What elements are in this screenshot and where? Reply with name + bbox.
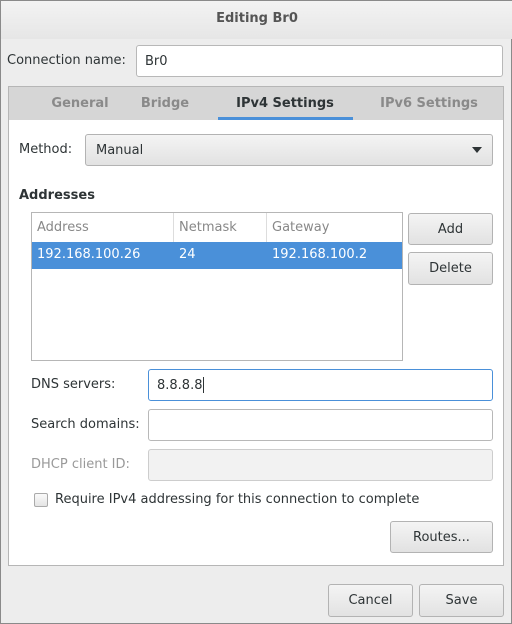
tab-bridge[interactable]: Bridge xyxy=(141,96,189,111)
column-header-address[interactable]: Address xyxy=(37,220,89,235)
cell-gateway: 192.168.100.2 xyxy=(272,247,368,262)
delete-button[interactable]: Delete xyxy=(408,252,493,285)
dns-servers-value: 8.8.8.8 xyxy=(157,377,203,393)
connection-name-label: Connection name: xyxy=(7,53,126,68)
cell-address: 192.168.100.26 xyxy=(37,247,141,262)
column-divider xyxy=(173,213,174,242)
method-value: Manual xyxy=(96,142,144,158)
require-ipv4-checkbox[interactable] xyxy=(34,493,48,507)
method-dropdown[interactable]: Manual xyxy=(85,134,493,166)
save-button[interactable]: Save xyxy=(419,584,504,617)
addresses-table[interactable]: Address Netmask Gateway 192.168.100.26 2… xyxy=(31,212,403,361)
dhcp-client-id-label: DHCP client ID: xyxy=(31,457,130,472)
dns-servers-label: DNS servers: xyxy=(31,377,116,392)
tab-ipv6-settings[interactable]: IPv6 Settings xyxy=(380,96,478,111)
search-domains-label: Search domains: xyxy=(31,417,140,432)
tab-ipv4-settings[interactable]: IPv4 Settings xyxy=(236,96,334,111)
dhcp-client-id-input xyxy=(148,449,493,481)
dns-servers-input[interactable]: 8.8.8.8 xyxy=(148,369,493,401)
connection-name-input[interactable]: Br0 xyxy=(136,45,503,77)
text-cursor xyxy=(203,377,205,393)
addresses-heading: Addresses xyxy=(19,188,95,203)
cell-netmask: 24 xyxy=(179,247,196,262)
column-header-gateway[interactable]: Gateway xyxy=(272,220,329,235)
table-row[interactable]: 192.168.100.26 24 192.168.100.2 xyxy=(32,242,402,269)
routes-button[interactable]: Routes... xyxy=(390,521,493,553)
search-domains-input[interactable] xyxy=(148,409,493,441)
column-divider xyxy=(266,213,267,242)
add-button[interactable]: Add xyxy=(408,213,493,245)
tab-bar: General Bridge IPv4 Settings IPv6 Settin… xyxy=(8,86,504,121)
window-title: Editing Br0 xyxy=(216,11,298,26)
chevron-down-icon xyxy=(472,147,482,153)
column-header-netmask[interactable]: Netmask xyxy=(179,220,237,235)
method-label: Method: xyxy=(19,142,73,157)
require-ipv4-label[interactable]: Require IPv4 addressing for this connect… xyxy=(55,492,419,507)
title-bar: Editing Br0 xyxy=(1,1,512,39)
tab-general[interactable]: General xyxy=(51,96,108,111)
cancel-button[interactable]: Cancel xyxy=(328,584,413,617)
